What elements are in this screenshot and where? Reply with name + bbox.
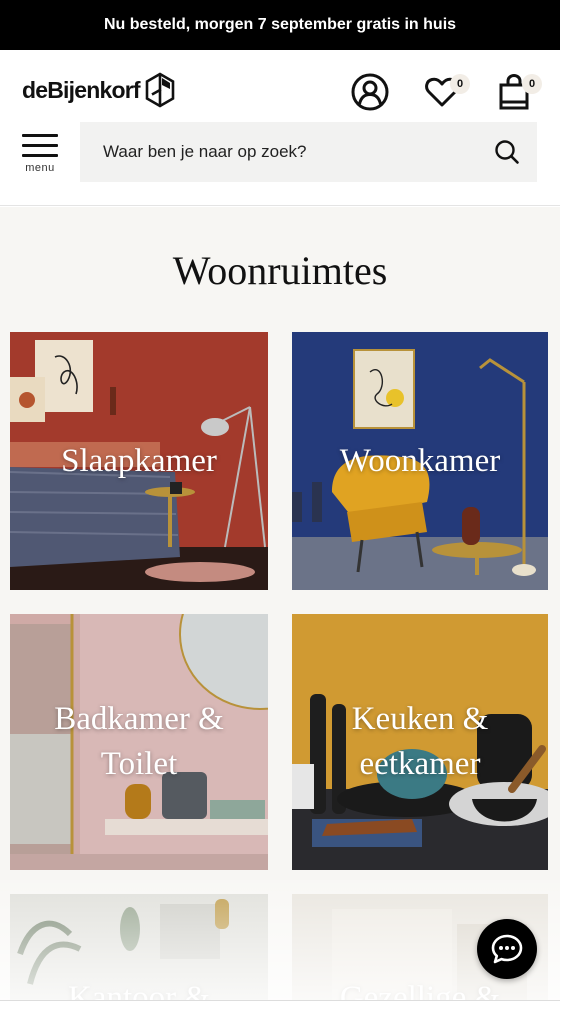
wishlist-count-badge: 0 [450, 74, 470, 94]
search-icon [495, 140, 519, 164]
tile-label: Slaapkamer [61, 442, 217, 479]
promo-bar: Nu besteld, morgen 7 september gratis in… [0, 0, 560, 50]
main-content: Woonruimtes [0, 207, 560, 1014]
chat-icon [491, 934, 523, 964]
tile-label: Woonkamer [339, 442, 501, 479]
logo[interactable]: deBijenkorf [22, 72, 176, 108]
tile-slaapkamer[interactable]: Slaapkamer [10, 332, 268, 590]
tile-kantoor[interactable]: Kantoor & [10, 894, 268, 1014]
wishlist-button[interactable]: 0 [406, 70, 478, 114]
tile-keuken[interactable]: Keuken & eetkamer [292, 614, 548, 870]
search-button[interactable] [477, 122, 537, 182]
logo-text: deBijenkorf [22, 76, 141, 103]
chat-button[interactable] [477, 919, 537, 979]
header-actions: 0 0 [334, 70, 550, 114]
hamburger-icon [22, 132, 58, 164]
cart-count-badge: 0 [522, 74, 542, 94]
tile-label: Badkamer & Toilet [54, 701, 224, 782]
account-button[interactable] [334, 70, 406, 114]
tile-woonkamer[interactable]: Woonkamer [292, 332, 548, 590]
header: deBijenkorf 0 0 [0, 50, 560, 122]
bottom-bar-edge [0, 1000, 562, 1014]
promo-text: Nu besteld, morgen 7 september gratis in… [103, 16, 457, 33]
search-bar-row: menu [0, 122, 560, 206]
page-title: Woonruimtes [172, 248, 388, 293]
menu-label: menu [25, 162, 55, 174]
tile-badkamer[interactable]: Badkamer & Toilet [10, 614, 268, 870]
search-box [80, 122, 537, 182]
tile-label: Keuken & eetkamer [351, 701, 489, 782]
search-input[interactable] [80, 122, 477, 182]
menu-button[interactable]: menu [22, 132, 58, 176]
bijenkorf-hexagon-icon [145, 72, 175, 108]
user-icon [351, 73, 389, 111]
cart-button[interactable]: 0 [478, 70, 550, 114]
